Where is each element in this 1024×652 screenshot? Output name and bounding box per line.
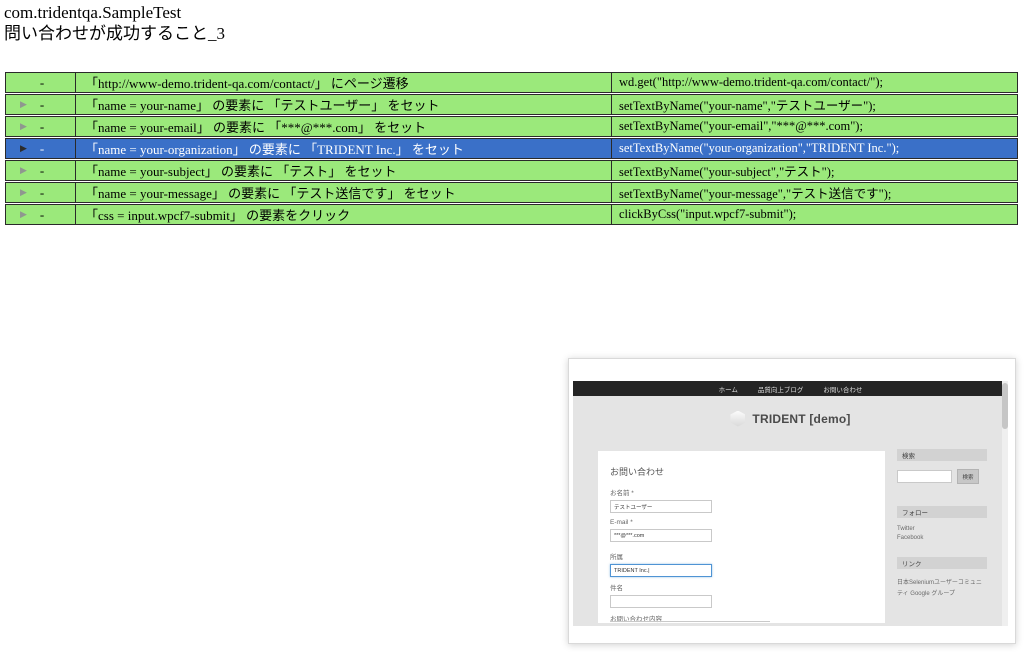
preview-page-body: TRIDENT [demo] お問い合わせ お名前 * テストユーザー E-ma… [573, 396, 1008, 626]
step-code: clickByCss("input.wpcf7-submit"); [612, 207, 1017, 222]
test-case-name: 問い合わせが成功すること_3 [4, 23, 225, 44]
play-icon[interactable]: ▶ [20, 144, 27, 153]
name-field: テストユーザー [610, 500, 712, 513]
step-description: 「name = your-organization」 の要素に 「TRIDENT… [76, 139, 611, 158]
row-status-marker: - [40, 75, 44, 91]
table-row[interactable]: ▶ - 「name = your-name」 の要素に 「テストユーザー」 をセッ… [5, 94, 1018, 115]
table-row-selected[interactable]: ▶ - 「name = your-organization」 の要素に 「TRID… [5, 138, 1018, 159]
table-row[interactable]: ▶ - 「name = your-email」 の要素に 「***@***.com… [5, 116, 1018, 137]
row-status-marker: - [40, 97, 44, 113]
row-status-marker: - [40, 163, 44, 179]
play-icon[interactable]: ▶ [20, 122, 27, 131]
step-description: 「http://www-demo.trident-qa.com/contact/… [76, 73, 611, 92]
table-row[interactable]: ▶ - 「name = your-message」 の要素に 「テスト送信です」 … [5, 182, 1018, 203]
search-input [897, 470, 952, 483]
table-row[interactable]: ▶- 「http://www-demo.trident-qa.com/conta… [5, 72, 1018, 93]
preview-navbar: ホーム 品質向上ブログ お問い合わせ [573, 381, 1008, 396]
organization-field: TRIDENT Inc.| [610, 564, 712, 577]
table-row[interactable]: ▶ - 「css = input.wpcf7-submit」 の要素をクリック c… [5, 204, 1018, 225]
step-code: wd.get("http://www-demo.trident-qa.com/c… [612, 75, 1017, 90]
step-description: 「css = input.wpcf7-submit」 の要素をクリック [76, 205, 611, 224]
nav-item-home: ホーム [719, 384, 738, 394]
contact-form-card: お問い合わせ お名前 * テストユーザー E-mail * ***@***.co… [598, 451, 885, 623]
selenium-community-link: 日本Seleniumユーザーコミュニティ Google グループ [897, 578, 985, 600]
play-icon[interactable]: ▶ [20, 188, 27, 197]
step-description: 「name = your-email」 の要素に 「***@***.com」 を… [76, 117, 611, 136]
site-logo: TRIDENT [demo] [573, 396, 1008, 441]
email-field-group: E-mail * ***@***.com [610, 519, 712, 542]
subject-field-group: 件名 [610, 582, 712, 608]
step-description: 「name = your-subject」 の要素に 「テスト」 をセット [76, 161, 611, 180]
browser-screenshot-preview[interactable]: ホーム 品質向上ブログ お問い合わせ TRIDENT [demo] お問い合わせ… [568, 358, 1016, 644]
row-status-marker: - [40, 141, 44, 157]
email-field: ***@***.com [610, 529, 712, 542]
contact-form-heading: お問い合わせ [610, 465, 664, 478]
table-row[interactable]: ▶ - 「name = your-subject」 の要素に 「テスト」 をセット… [5, 160, 1018, 181]
name-field-label: お名前 * [610, 487, 712, 497]
twitter-link: Twitter [897, 526, 987, 532]
row-status-marker: - [40, 185, 44, 201]
search-widget-heading: 検索 [897, 449, 987, 461]
preview-sidebar: 検索 検索 フォロー Twitter Facebook リンク 日本Seleni… [897, 449, 987, 600]
play-icon[interactable]: ▶ [20, 166, 27, 175]
test-title-block: com.tridentqa.SampleTest 問い合わせが成功すること_3 [4, 2, 225, 44]
organization-field-group: 所属 TRIDENT Inc.| [610, 551, 712, 577]
test-class-name: com.tridentqa.SampleTest [4, 2, 225, 23]
message-textarea [610, 621, 770, 624]
follow-widget-heading: フォロー [897, 506, 987, 518]
subject-field-label: 件名 [610, 582, 712, 592]
row-status-marker: - [40, 207, 44, 223]
step-code: setTextByName("your-message","テスト送信です"); [612, 183, 1017, 202]
hexagon-logo-icon [730, 411, 745, 427]
step-code: setTextByName("your-organization","TRIDE… [612, 141, 1017, 156]
organization-field-label: 所属 [610, 551, 712, 561]
step-code: setTextByName("your-name","テストユーザー"); [612, 95, 1017, 114]
step-description: 「name = your-message」 の要素に 「テスト送信です」 をセッ… [76, 183, 611, 202]
nav-item-blog: 品質向上ブログ [758, 384, 804, 394]
test-steps-table: ▶ - 「http://www-demo.trident-qa.com/conta… [5, 71, 1018, 226]
scrollbar-thumb [1002, 383, 1008, 429]
search-button: 検索 [957, 469, 979, 484]
play-icon[interactable]: ▶ [20, 100, 27, 109]
preview-scrollbar [1002, 381, 1008, 626]
row-status-marker: - [40, 119, 44, 135]
subject-field [610, 595, 712, 608]
nav-item-contact: お問い合わせ [823, 384, 862, 394]
name-field-group: お名前 * テストユーザー [610, 487, 712, 513]
play-icon[interactable]: ▶ [20, 210, 27, 219]
step-code: setTextByName("your-email","***@***.com"… [612, 119, 1017, 134]
step-code: setTextByName("your-subject","テスト"); [612, 161, 1017, 180]
site-title: TRIDENT [demo] [752, 412, 850, 426]
links-widget-heading: リンク [897, 557, 987, 569]
step-description: 「name = your-name」 の要素に 「テストユーザー」 をセット [76, 95, 611, 114]
email-field-label: E-mail * [610, 519, 712, 526]
